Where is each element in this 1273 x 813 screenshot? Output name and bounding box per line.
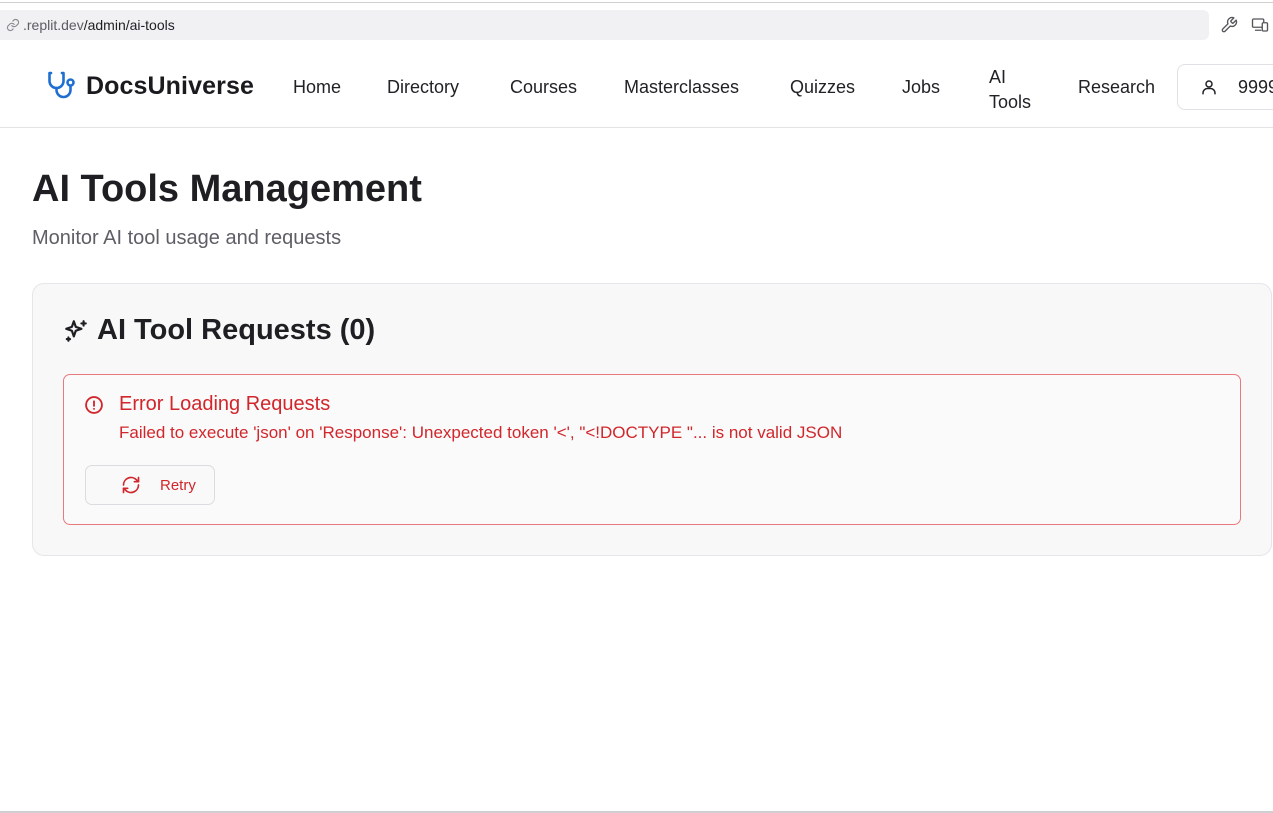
refresh-icon bbox=[122, 476, 140, 494]
error-title: Error Loading Requests bbox=[119, 393, 331, 415]
nav-home[interactable]: Home bbox=[293, 77, 341, 98]
devices-icon[interactable] bbox=[1250, 15, 1270, 35]
retry-button[interactable]: Retry bbox=[85, 465, 215, 505]
nav-masterclasses[interactable]: Masterclasses bbox=[624, 77, 739, 98]
address-text: .replit.dev/admin/ai-tools bbox=[23, 17, 175, 33]
page-title: AI Tools Management bbox=[32, 168, 422, 210]
url-path: /admin/ai-tools bbox=[83, 17, 175, 33]
sparkles-icon bbox=[65, 319, 87, 342]
ai-tool-requests-card: AI Tool Requests (0) Error Loading Reque… bbox=[32, 283, 1272, 556]
nav-jobs[interactable]: Jobs bbox=[902, 77, 940, 98]
error-message: Failed to execute 'json' on 'Response': … bbox=[119, 423, 843, 442]
user-menu-button[interactable]: 9999 bbox=[1177, 64, 1273, 110]
stethoscope-icon bbox=[48, 71, 75, 99]
user-icon bbox=[1202, 80, 1216, 95]
nav-courses[interactable]: Courses bbox=[510, 77, 577, 98]
user-value: 9999 bbox=[1238, 76, 1273, 97]
brand-name: DocsUniverse bbox=[86, 71, 254, 100]
nav-research[interactable]: Research bbox=[1078, 77, 1155, 98]
error-alert: Error Loading Requests Failed to execute… bbox=[63, 374, 1241, 525]
page-subtitle: Monitor AI tool usage and requests bbox=[32, 227, 342, 249]
brand-link[interactable]: DocsUniverse bbox=[46, 70, 254, 102]
wrench-icon[interactable] bbox=[1219, 15, 1239, 35]
nav-directory[interactable]: Directory bbox=[387, 77, 459, 98]
address-bar[interactable]: .replit.dev/admin/ai-tools bbox=[0, 10, 1209, 40]
card-title: AI Tool Requests (0) bbox=[97, 314, 376, 346]
alert-circle-icon bbox=[85, 396, 103, 414]
nav-ai-tools[interactable]: AI Tools bbox=[989, 65, 1039, 115]
browser-toolbar: .replit.dev/admin/ai-tools bbox=[0, 4, 1273, 46]
card-header: AI Tool Requests (0) bbox=[63, 314, 375, 347]
link-icon bbox=[6, 18, 20, 32]
browser-top-edge bbox=[0, 0, 1273, 3]
app-header: DocsUniverse Home Directory Courses Mast… bbox=[0, 47, 1273, 128]
nav-quizzes[interactable]: Quizzes bbox=[790, 77, 855, 98]
retry-label: Retry bbox=[160, 476, 196, 494]
url-host: .replit.dev bbox=[23, 17, 84, 33]
